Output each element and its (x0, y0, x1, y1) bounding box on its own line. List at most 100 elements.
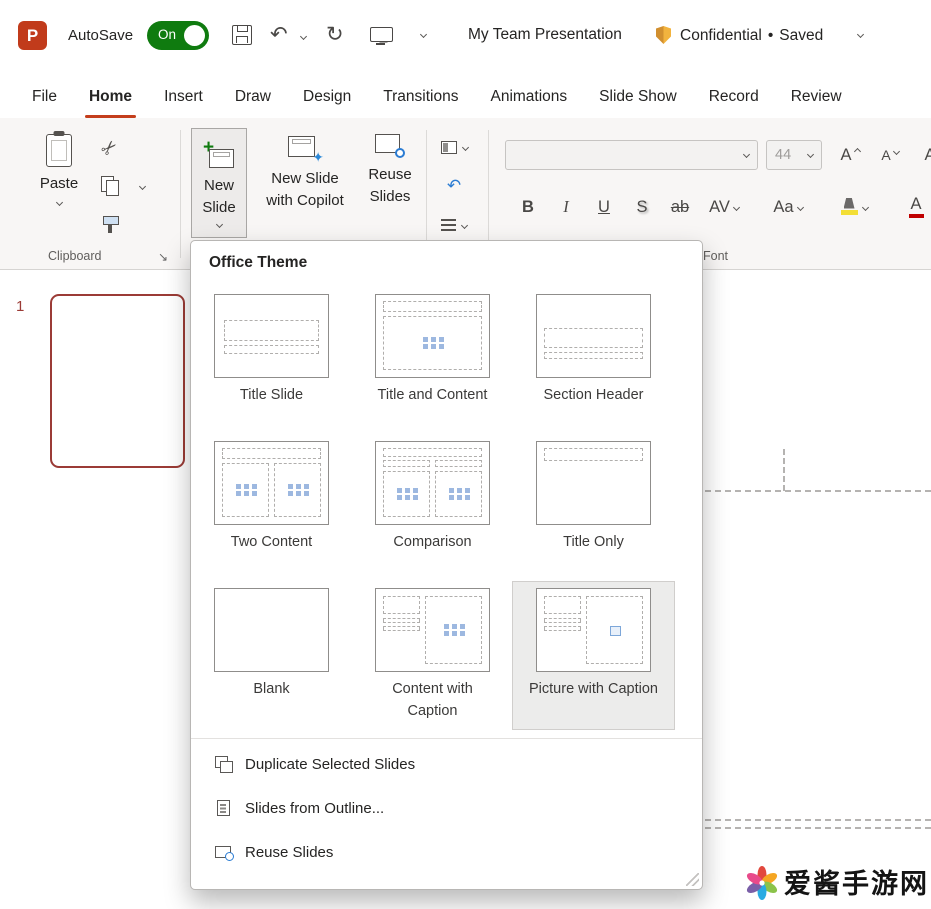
tab-review[interactable]: Review (775, 82, 858, 118)
layout-option-two-content[interactable]: Two Content (191, 435, 352, 582)
new-slide-split-button[interactable]: + New Slide (191, 128, 247, 238)
title-status-chevron-icon[interactable] (857, 31, 864, 38)
layout-gallery: Title Slide Title and Content Section He… (191, 288, 674, 729)
layout-option-title-and-content[interactable]: Title and Content (352, 288, 513, 435)
tab-design[interactable]: Design (287, 82, 367, 118)
tab-home[interactable]: Home (73, 82, 148, 118)
underline-button[interactable]: U (588, 192, 620, 222)
shrink-arrow-icon (893, 147, 900, 154)
autosave-label: AutoSave (68, 27, 133, 44)
undo-icon: ↶ (270, 24, 288, 45)
tab-animations[interactable]: Animations (474, 82, 583, 118)
save-icon (232, 25, 252, 45)
sensitivity-status[interactable]: Confidential•Saved (680, 27, 823, 45)
bold-button[interactable]: B (512, 192, 544, 222)
slide-placeholder-edge (705, 490, 931, 492)
menu-resize-grip[interactable] (686, 873, 699, 886)
layout-option-comparison[interactable]: Comparison (352, 435, 513, 582)
layout-thumbnail (375, 588, 490, 672)
cut-button[interactable]: ✂ (96, 134, 124, 162)
format-painter-button[interactable] (96, 210, 124, 238)
font-color-letter: A (910, 196, 921, 213)
group-separator (426, 130, 427, 258)
reuse-slides-item[interactable]: Reuse Slides (191, 830, 702, 874)
save-button[interactable] (232, 25, 252, 45)
start-presentation-button[interactable] (370, 27, 391, 45)
italic-button[interactable]: I (550, 192, 582, 222)
shrink-font-button[interactable]: A (874, 140, 906, 170)
grow-font-letter: A (840, 147, 851, 164)
reuse-slides-icon (375, 134, 405, 158)
powerpoint-window: P AutoSave On ↶ ↻ My Team Presentation C… (0, 0, 931, 909)
redo-button[interactable]: ↻ (326, 24, 344, 45)
clear-formatting-button[interactable]: A (914, 140, 931, 170)
layout-option-section-header[interactable]: Section Header (513, 288, 674, 435)
undo-button[interactable]: ↶ (270, 24, 288, 45)
layout-thumbnail (375, 294, 490, 378)
layout-option-title-only[interactable]: Title Only (513, 435, 674, 582)
char-spacing-chevron-icon (733, 203, 740, 210)
tab-transitions[interactable]: Transitions (367, 82, 474, 118)
group-separator (488, 130, 489, 258)
strikethrough-button[interactable]: ab (664, 192, 696, 222)
duplicate-selected-slides-item[interactable]: Duplicate Selected Slides (191, 742, 702, 786)
document-title[interactable]: My Team Presentation (468, 26, 622, 44)
tab-insert[interactable]: Insert (148, 82, 219, 118)
new-slide-label: New Slide (193, 175, 245, 219)
new-slide-dropdown-chevron-icon[interactable] (215, 220, 222, 227)
new-slide-with-copilot-button[interactable]: ✦ New Slide with Copilot (256, 122, 354, 212)
copy-button[interactable] (96, 171, 124, 199)
reset-layout-button[interactable]: ↶ (430, 168, 478, 202)
layout-option-blank[interactable]: Blank (191, 582, 352, 729)
paste-button[interactable]: Paste (30, 134, 88, 205)
layout-label: Picture with Caption (528, 679, 660, 701)
outline-document-icon (217, 800, 230, 816)
tab-record[interactable]: Record (693, 82, 775, 118)
quick-access-overflow-chevron-icon[interactable] (420, 31, 427, 38)
layout-option-title-slide[interactable]: Title Slide (191, 288, 352, 435)
layout-thumbnail (214, 588, 329, 672)
slide-thumbnail[interactable] (50, 294, 185, 468)
slide-layout-button[interactable] (430, 130, 478, 164)
watermark: 爱酱手游网 (744, 862, 929, 901)
layout-option-content-with-caption[interactable]: Content with Caption (352, 582, 513, 729)
layout-option-picture-with-caption[interactable]: Picture with Caption (513, 582, 674, 729)
copilot-sparkle-icon: ✦ (312, 150, 324, 164)
highlight-color-button[interactable] (832, 192, 876, 222)
tab-slide-show[interactable]: Slide Show (583, 82, 693, 118)
layout-label: Content with Caption (367, 679, 499, 723)
watermark-flower-icon (744, 864, 780, 900)
tab-file[interactable]: File (16, 82, 73, 118)
reuse-slides-button[interactable]: Reuse Slides (358, 122, 422, 208)
slide-placeholder-edge (783, 449, 785, 491)
font-size-value: 44 (775, 147, 791, 163)
reuse-slides-label: Reuse Slides (358, 164, 422, 208)
grow-font-button[interactable]: A (834, 140, 866, 170)
duplicate-slides-icon (215, 756, 232, 772)
slides-from-outline-item[interactable]: Slides from Outline... (191, 786, 702, 830)
redo-icon: ↻ (326, 24, 344, 45)
character-spacing-button[interactable]: AV (702, 192, 746, 222)
slide-rect-icon (288, 136, 315, 157)
sensitivity-shield-icon (656, 26, 671, 44)
change-case-button[interactable]: Aa (766, 192, 810, 222)
font-color-button[interactable]: A (896, 192, 931, 222)
copy-dropdown-chevron-icon[interactable] (139, 183, 146, 190)
undo-dropdown-chevron-icon[interactable] (300, 33, 307, 40)
clipboard-dialog-launcher-icon[interactable]: ↘ (158, 251, 168, 263)
font-name-combobox[interactable] (505, 140, 758, 170)
text-shadow-button[interactable]: S (626, 192, 658, 222)
layout-thumbnail (536, 294, 651, 378)
slide-placeholder-edge (705, 827, 931, 829)
font-size-combobox[interactable]: 44 (766, 140, 822, 170)
tab-draw[interactable]: Draw (219, 82, 287, 118)
powerpoint-logo-icon[interactable]: P (18, 21, 47, 50)
section-button[interactable] (430, 208, 478, 242)
font-name-chevron-icon (743, 151, 750, 158)
paste-dropdown-chevron-icon[interactable] (55, 199, 62, 206)
autosave-toggle[interactable]: On (147, 21, 209, 50)
layout-thumbnail (536, 588, 651, 672)
layout-thumbnail (214, 441, 329, 525)
clipboard-paste-icon (46, 134, 72, 167)
layout-label: Comparison (367, 532, 499, 554)
